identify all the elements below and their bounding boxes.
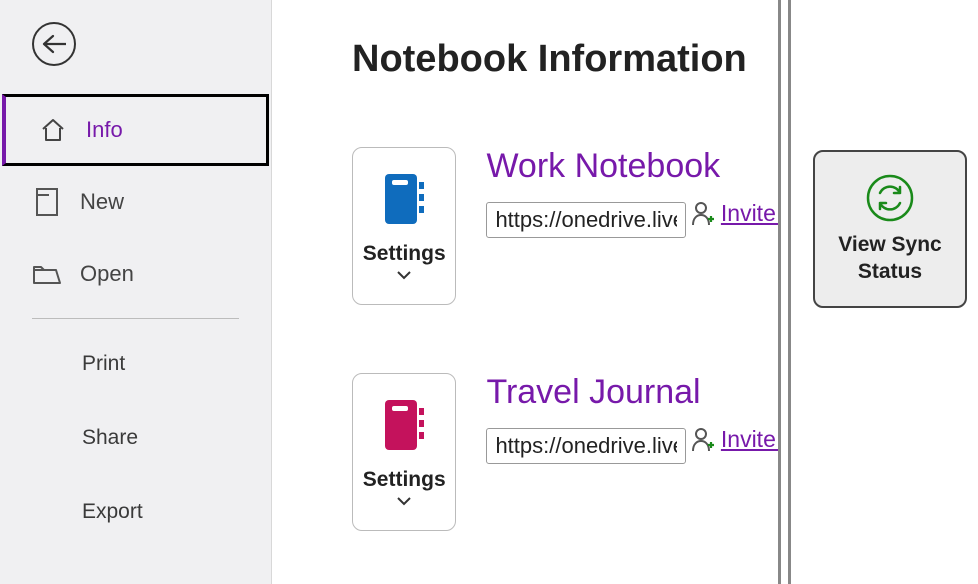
back-arrow-icon [42, 34, 66, 54]
folder-icon [32, 259, 62, 289]
invite-person-icon [691, 201, 715, 227]
chevron-down-icon [396, 496, 412, 506]
invite-link-text: Invite people to this [721, 200, 778, 227]
notebook-settings-button[interactable]: Settings [352, 147, 456, 305]
page-icon [32, 187, 62, 217]
page-title: Notebook Information [352, 38, 778, 81]
right-pane: View Sync Status [791, 0, 978, 584]
invite-link[interactable]: Invite people to this [691, 426, 778, 453]
nav-open[interactable]: Open [0, 238, 271, 310]
notebook-row: Settings Travel Journal Invite people to… [352, 373, 778, 531]
notebook-path-input[interactable] [486, 202, 686, 238]
settings-label: Settings [363, 242, 446, 266]
notebook-icon [381, 172, 427, 226]
invite-link[interactable]: Invite people to this [691, 200, 778, 227]
notebook-settings-button[interactable]: Settings [352, 373, 456, 531]
sync-label: View Sync Status [815, 231, 965, 286]
nav-share-label: Share [82, 426, 138, 450]
nav-new-label: New [80, 189, 124, 215]
notebook-path-input[interactable] [486, 428, 686, 464]
back-button[interactable] [32, 22, 76, 66]
notebook-icon [381, 398, 427, 452]
sidebar-divider [32, 318, 239, 319]
invite-person-icon [691, 427, 715, 453]
nav-new[interactable]: New [0, 166, 271, 238]
nav-print[interactable]: Print [0, 327, 271, 401]
invite-link-text: Invite people to this [721, 426, 778, 453]
settings-label: Settings [363, 468, 446, 492]
nav-export-label: Export [82, 500, 143, 524]
nav-info[interactable]: Info [2, 94, 269, 166]
main-pane: Notebook Information Settings Work Noteb… [272, 0, 978, 584]
home-icon [38, 115, 68, 145]
sync-icon [865, 173, 915, 223]
view-sync-status-button[interactable]: View Sync Status [813, 150, 967, 308]
nav-info-label: Info [86, 117, 123, 143]
notebook-row: Settings Work Notebook Invite people to … [352, 147, 778, 305]
chevron-down-icon [396, 270, 412, 280]
notebook-title: Work Notebook [486, 147, 778, 186]
vertical-divider [778, 0, 781, 584]
notebook-title: Travel Journal [486, 373, 778, 412]
nav-open-label: Open [80, 261, 134, 287]
notebook-info: Travel Journal Invite people to this [486, 373, 778, 474]
backstage-sidebar: Info New Open Print Share Export [0, 0, 272, 584]
info-pane: Notebook Information Settings Work Noteb… [272, 0, 778, 584]
nav-print-label: Print [82, 352, 125, 376]
nav-export[interactable]: Export [0, 475, 271, 549]
notebook-info: Work Notebook Invite people to this [486, 147, 778, 248]
nav-share[interactable]: Share [0, 401, 271, 475]
